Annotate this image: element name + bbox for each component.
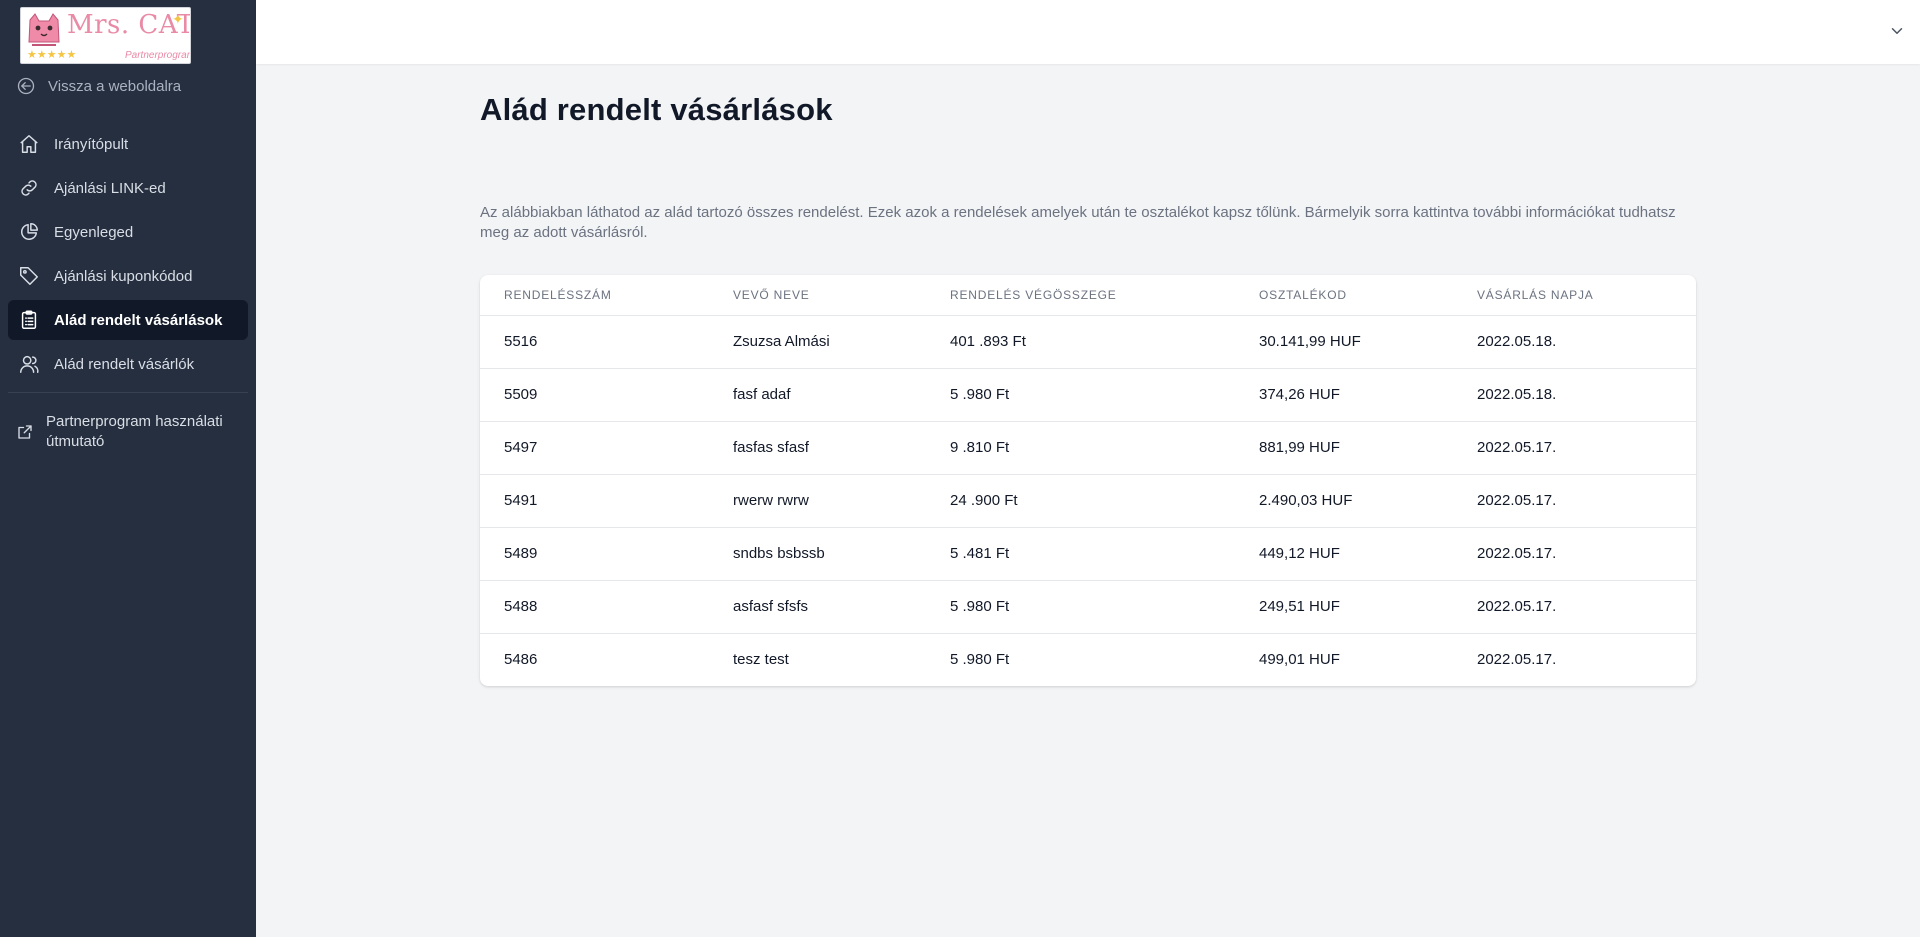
cell-order-number: 5516: [480, 315, 709, 369]
cell-customer-name: rwerw rwrw: [709, 474, 926, 528]
sidebar-item-purchases[interactable]: Alád rendelt vásárlások: [8, 300, 248, 340]
cell-order-total: 24 .900 Ft: [926, 474, 1235, 528]
sidebar-item-coupon-code[interactable]: Ajánlási kuponkódod: [8, 256, 248, 296]
cell-purchase-date: 2022.05.17.: [1453, 527, 1696, 581]
cell-order-total: 5 .980 Ft: [926, 368, 1235, 422]
column-header-purchase-date: Vásárlás napja: [1453, 275, 1696, 316]
sidebar-item-label: Partnerprogram használati útmutató: [46, 413, 223, 450]
users-icon: [20, 355, 39, 373]
cell-purchase-date: 2022.05.17.: [1453, 474, 1696, 528]
table-row[interactable]: 5509 fasf adaf 5 .980 Ft 374,26 HUF 2022…: [480, 368, 1696, 422]
sidebar-item-label: Alád rendelt vásárlók: [54, 355, 195, 373]
column-header-order-number: Rendelésszám: [480, 275, 709, 316]
cell-order-number: 5497: [480, 421, 709, 475]
cell-commission: 374,26 HUF: [1235, 368, 1453, 422]
cell-purchase-date: 2022.05.18.: [1453, 315, 1696, 369]
cell-order-total: 5 .980 Ft: [950, 651, 1010, 669]
cell-order-number: 5489: [480, 527, 709, 581]
page-description: Az alábbiakban láthatod az alád tartozó …: [480, 204, 1676, 241]
sidebar-item-label: Ajánlási kuponkódod: [54, 267, 193, 285]
cell-order-number: 5491: [480, 474, 709, 528]
sidebar-item-balance[interactable]: Egyenleged: [8, 212, 248, 252]
sidebar-item-label: Egyenleged: [54, 223, 134, 241]
logo-subtitle: Partnerprogram: [125, 50, 191, 61]
sidebar-item-customers[interactable]: Alád rendelt vásárlók: [8, 344, 248, 384]
table-row[interactable]: 5491 rwerw rwrw 24 .900 Ft 2.490,03 HUF …: [480, 474, 1696, 528]
sidebar: Mrs. CAThy ✦ ★★★★★ Partnerprogram Vissza…: [0, 0, 256, 937]
cell-order-number: 5486: [504, 651, 538, 669]
cell-customer-name: Zsuzsa Almási: [709, 315, 926, 369]
sidebar-item-dashboard[interactable]: Irányítópult: [8, 124, 248, 164]
cat-logo-icon: [28, 13, 60, 46]
top-bar: [256, 0, 1920, 64]
table-row[interactable]: 5486 tesz test 5 .980 Ft 499,01 HUF 2022…: [480, 633, 1696, 686]
cell-order-total: 401 .893 Ft: [926, 315, 1235, 369]
cell-commission: 499,01 HUF: [1259, 651, 1340, 669]
sidebar-item-label: Alád rendelt vásárlások: [54, 311, 223, 329]
table-row[interactable]: 5516 Zsuzsa Almási 401 .893 Ft 30.141,99…: [480, 315, 1696, 369]
clipboard-list-icon: [21, 310, 37, 329]
cell-order-number: 5488: [480, 580, 709, 634]
home-icon: [20, 135, 38, 153]
chart-pie-icon: [21, 223, 38, 240]
table-header: Rendelésszám Vevő neve Rendelés végössze…: [480, 275, 1696, 316]
cell-purchase-date: 2022.05.17.: [1453, 421, 1696, 475]
cell-customer-name: fasf adaf: [709, 368, 926, 422]
purchases-table: Rendelésszám Vevő neve Rendelés végössze…: [480, 275, 1696, 686]
chevron-down-icon[interactable]: [1888, 22, 1906, 40]
cell-commission: 30.141,99 HUF: [1235, 315, 1453, 369]
cell-customer-name: asfasf sfsfs: [709, 580, 926, 634]
sidebar-item-referral-link[interactable]: Ajánlási LINK-ed: [8, 168, 248, 208]
cell-order-total: 9 .810 Ft: [926, 421, 1235, 475]
table-row[interactable]: 5497 fasfas sfasf 9 .810 Ft 881,99 HUF 2…: [480, 421, 1696, 475]
sparkle-icon: ✦: [172, 11, 184, 27]
cell-customer-name: fasfas sfasf: [709, 421, 926, 475]
cell-purchase-date: 2022.05.17.: [1453, 580, 1696, 634]
link-icon: [21, 180, 37, 196]
cell-order-total: 5 .980 Ft: [926, 580, 1235, 634]
cell-order-number: 5509: [480, 368, 709, 422]
cell-commission: 2.490,03 HUF: [1235, 474, 1453, 528]
sidebar-item-label: Ajánlási LINK-ed: [54, 179, 166, 197]
cell-customer-name: tesz test: [733, 651, 789, 669]
brand-logo[interactable]: Mrs. CAThy ✦ ★★★★★ Partnerprogram: [20, 7, 191, 64]
rating-stars-icon: ★★★★★: [27, 49, 77, 61]
sidebar-item-guide[interactable]: Partnerprogram használati útmutató: [8, 412, 248, 452]
cell-customer-name: sndbs bsbssb: [709, 527, 926, 581]
back-to-website-link[interactable]: Vissza a weboldalra: [16, 76, 181, 96]
table-row[interactable]: 5488 asfasf sfsfs 5 .980 Ft 249,51 HUF 2…: [480, 580, 1696, 634]
cell-commission: 249,51 HUF: [1235, 580, 1453, 634]
back-link-label: Vissza a weboldalra: [48, 77, 182, 95]
sidebar-item-label: Irányítópult: [54, 135, 129, 153]
column-header-order-total: Rendelés végösszege: [926, 275, 1235, 316]
sidebar-divider: [8, 392, 248, 393]
table-row[interactable]: 5489 sndbs bsbssb 5 .481 Ft 449,12 HUF 2…: [480, 527, 1696, 581]
tag-icon: [20, 267, 38, 285]
external-link-icon: [18, 425, 32, 439]
column-header-customer-name: Vevő neve: [709, 275, 926, 316]
cell-commission: 449,12 HUF: [1235, 527, 1453, 581]
cell-purchase-date: 2022.05.17.: [1477, 651, 1557, 669]
cell-commission: 881,99 HUF: [1235, 421, 1453, 475]
arrow-circle-left-icon: [17, 77, 35, 95]
cell-purchase-date: 2022.05.18.: [1453, 368, 1696, 422]
cell-order-total: 5 .481 Ft: [926, 527, 1235, 581]
page-title: Alád rendelt vásárlások: [480, 92, 833, 127]
column-header-commission: Osztalékod: [1235, 275, 1453, 316]
